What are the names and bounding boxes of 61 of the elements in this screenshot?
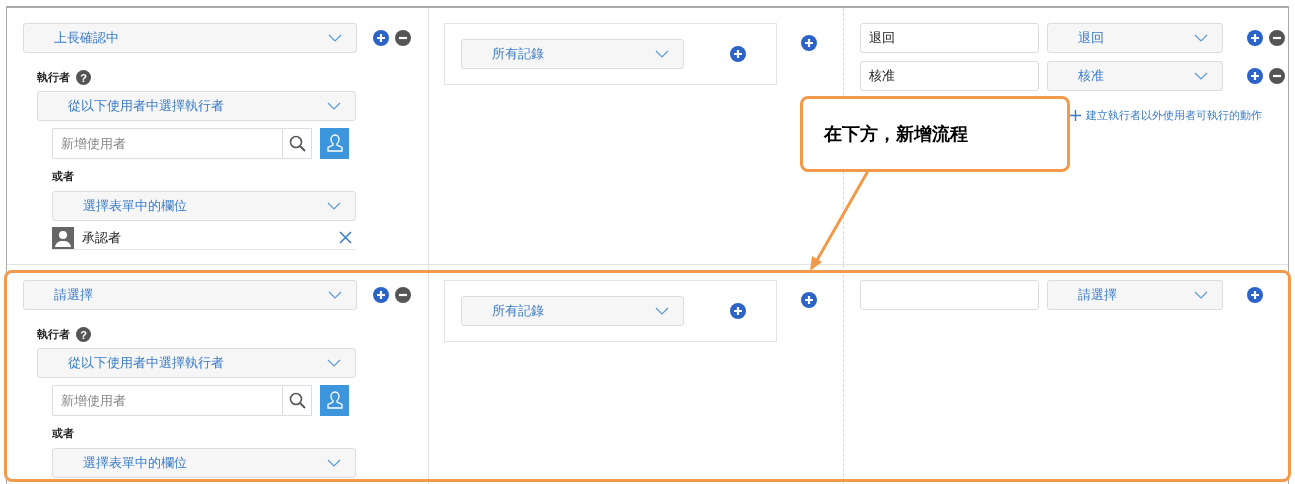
add-icon[interactable] [373, 30, 389, 46]
close-icon[interactable] [339, 231, 352, 244]
callout-text: 在下方，新增流程 [824, 122, 968, 146]
add-icon[interactable] [1247, 287, 1263, 303]
chevron-down-icon [655, 50, 669, 58]
dropdown[interactable]: 從以下使用者中選擇執行者 [37, 90, 356, 121]
remove-icon[interactable] [395, 30, 411, 46]
dropdown[interactable]: 選擇表單中的欄位 [52, 448, 356, 478]
add-icon[interactable] [1247, 30, 1263, 46]
or-label: 或者 [52, 168, 74, 184]
avatar-icon [52, 226, 74, 249]
user-picker-button[interactable] [320, 127, 349, 159]
add-other-user-action-link[interactable]: 建立執行者以外使用者可執行的動作 [1070, 107, 1288, 124]
user-icon [325, 390, 344, 410]
dropdown[interactable]: 上長確認中 [23, 23, 357, 53]
chevron-down-icon [328, 291, 342, 299]
user-icon [325, 133, 344, 153]
add-icon[interactable] [730, 303, 746, 319]
link-text[interactable]: 建立執行者以外使用者可執行的動作 [1086, 107, 1262, 124]
chevron-down-icon [328, 34, 342, 42]
add-icon[interactable] [373, 287, 389, 303]
chevron-down-icon [1194, 72, 1208, 80]
help-icon[interactable]: ? [76, 326, 91, 342]
action-name-field[interactable]: 核准 [860, 61, 1039, 91]
dropdown[interactable]: 所有記錄 [461, 39, 684, 69]
dropdown[interactable]: 選擇表單中的欄位 [52, 191, 356, 221]
dropdown[interactable]: 請選擇 [1047, 280, 1223, 310]
executor-label: 執行者 [37, 70, 70, 85]
help-icon[interactable]: ? [76, 69, 91, 85]
remove-icon[interactable] [1269, 68, 1285, 84]
chevron-down-icon [1194, 291, 1208, 299]
search-icon[interactable] [288, 391, 306, 409]
chevron-down-icon [1194, 34, 1208, 42]
add-icon[interactable] [801, 35, 817, 51]
chevron-down-icon [327, 459, 341, 467]
dropdown[interactable]: 退回 [1047, 23, 1223, 53]
user-search-field[interactable]: 新增使用者 [52, 384, 283, 416]
search-button[interactable] [283, 384, 312, 416]
user-search-field[interactable]: 新增使用者 [52, 127, 283, 159]
search-button[interactable] [283, 127, 312, 159]
action-name-field[interactable]: 退回 [860, 23, 1039, 53]
chevron-down-icon [327, 358, 341, 367]
chevron-down-icon [327, 101, 341, 110]
dropdown[interactable]: 從以下使用者中選擇執行者 [37, 347, 356, 378]
or-label: 或者 [52, 425, 74, 441]
add-icon[interactable] [1247, 68, 1263, 84]
dropdown[interactable]: 所有記錄 [461, 296, 684, 326]
chevron-down-icon [655, 307, 669, 315]
remove-icon[interactable] [395, 287, 411, 303]
add-icon[interactable] [801, 292, 817, 308]
chevron-down-icon [327, 202, 341, 210]
remove-icon[interactable] [1269, 30, 1285, 46]
dropdown[interactable]: 核准 [1047, 61, 1223, 91]
executor-label: 執行者 [37, 327, 70, 342]
search-icon[interactable] [288, 134, 306, 152]
user-picker-button[interactable] [320, 384, 349, 416]
add-icon[interactable] [730, 46, 746, 62]
action-name-field[interactable] [860, 280, 1039, 310]
assignee-name: 承認者 [82, 228, 122, 247]
dropdown[interactable]: 請選擇 [23, 280, 357, 310]
plus-icon [1070, 109, 1081, 121]
